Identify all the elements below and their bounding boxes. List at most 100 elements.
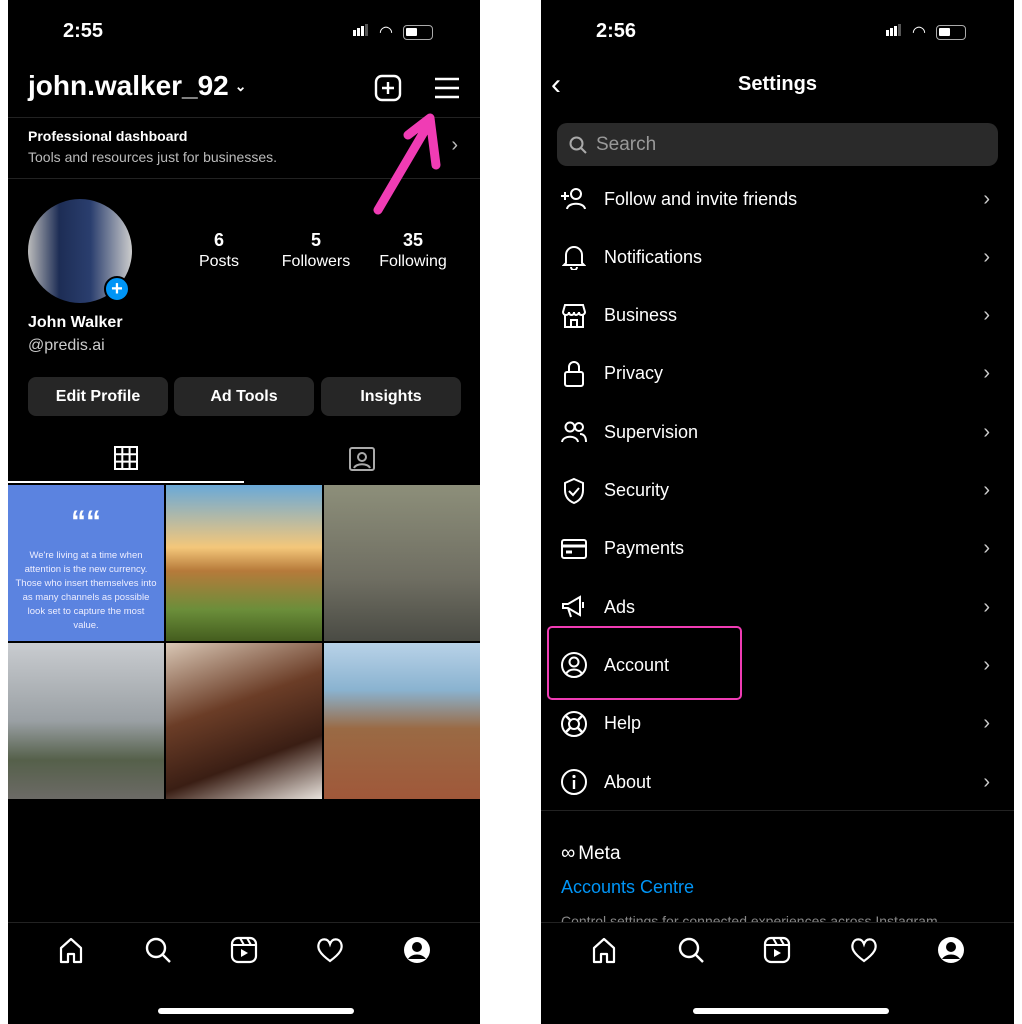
settings-item-privacy[interactable]: Privacy › xyxy=(541,345,1014,403)
chevron-right-icon: › xyxy=(983,420,990,443)
search-icon xyxy=(569,136,587,154)
handle: @predis.ai xyxy=(28,337,105,354)
chevron-right-icon: › xyxy=(451,134,458,156)
settings-item-label: Ads xyxy=(604,596,636,617)
settings-item-security[interactable]: Security › xyxy=(541,462,1014,520)
search-input[interactable]: Search xyxy=(557,123,998,166)
active-tab-indicator xyxy=(8,481,244,483)
page-title: Settings xyxy=(738,73,817,95)
meta-logo: ∞ Meta xyxy=(561,842,621,864)
heart-icon[interactable] xyxy=(315,935,345,965)
ad-tools-button[interactable]: Ad Tools xyxy=(174,377,314,416)
post-motorcycle[interactable] xyxy=(8,643,164,799)
credit-card-icon xyxy=(559,534,589,564)
supervision-icon xyxy=(559,417,589,447)
lifebuoy-icon xyxy=(559,709,589,739)
stat-posts[interactable]: 6 Posts xyxy=(169,230,269,271)
home-indicator xyxy=(158,1008,354,1014)
settings-item-about[interactable]: About › xyxy=(541,753,1014,811)
store-icon xyxy=(559,301,589,331)
plus-square-icon[interactable] xyxy=(374,74,402,102)
chevron-down-icon: ⌄ xyxy=(234,77,247,94)
insights-button[interactable]: Insights xyxy=(321,377,461,416)
edit-profile-button[interactable]: Edit Profile xyxy=(28,377,168,416)
post-quote[interactable]: ““ We're living at a time when attention… xyxy=(8,485,164,641)
account-highlight xyxy=(547,626,742,700)
battery-icon xyxy=(402,24,433,40)
chevron-right-icon: › xyxy=(983,362,990,385)
wifi-icon: ◠ xyxy=(912,24,926,41)
post-cake[interactable] xyxy=(166,643,322,799)
add-person-icon xyxy=(559,184,589,214)
bottom-nav xyxy=(541,935,1014,965)
signal-icon xyxy=(353,23,369,41)
account-switcher[interactable]: john.walker_92 ⌄ xyxy=(28,70,247,102)
battery-icon xyxy=(935,24,966,40)
search-icon[interactable] xyxy=(143,935,173,965)
profile-icon[interactable] xyxy=(402,935,432,965)
reels-icon[interactable] xyxy=(762,935,792,965)
search-icon[interactable] xyxy=(676,935,706,965)
status-time: 2:56 xyxy=(596,20,637,42)
chevron-right-icon: › xyxy=(983,653,990,676)
heart-icon[interactable] xyxy=(849,935,879,965)
settings-item-help[interactable]: Help › xyxy=(541,695,1014,753)
settings-item-label: Help xyxy=(604,713,642,734)
megaphone-icon xyxy=(559,592,589,622)
settings-item-label: Security xyxy=(604,480,670,500)
accounts-centre-link[interactable]: Accounts Centre xyxy=(561,877,694,898)
tagged-tab-icon[interactable] xyxy=(348,444,376,472)
home-indicator xyxy=(693,1008,889,1014)
settings-item-follow-and-invite-friends[interactable]: Follow and invite friends › xyxy=(541,170,1014,228)
settings-item-label: About xyxy=(604,771,652,792)
settings-item-notifications[interactable]: Notifications › xyxy=(541,228,1014,286)
settings-item-label: Supervision xyxy=(604,421,699,442)
info-icon xyxy=(559,767,589,797)
bottom-nav xyxy=(8,935,480,965)
chevron-right-icon: › xyxy=(983,304,990,327)
chevron-right-icon: › xyxy=(983,712,990,735)
status-icons: ◠ xyxy=(886,22,966,42)
chevron-right-icon: › xyxy=(983,537,990,560)
dashboard-title: Professional dashboard xyxy=(28,128,188,144)
settings-item-supervision[interactable]: Supervision › xyxy=(541,403,1014,461)
shield-icon xyxy=(559,476,589,506)
profile-icon[interactable] xyxy=(936,935,966,965)
search-placeholder: Search xyxy=(596,133,657,155)
chevron-right-icon: › xyxy=(983,187,990,210)
post-sunset[interactable] xyxy=(166,485,322,641)
bell-icon xyxy=(559,242,589,272)
grid-tab-icon[interactable] xyxy=(113,445,139,471)
menu-icon[interactable] xyxy=(434,77,460,99)
home-icon[interactable] xyxy=(589,935,619,965)
add-story-icon[interactable]: + xyxy=(104,276,130,302)
username: john.walker_92 xyxy=(28,70,229,101)
dashboard-subtitle: Tools and resources just for businesses. xyxy=(28,149,278,165)
chevron-right-icon: › xyxy=(983,479,990,501)
settings-item-label: Business xyxy=(604,305,678,326)
settings-screen: 2:56 ◠ ‹ Settings Search Follow and invi… xyxy=(541,0,1014,1024)
reels-icon[interactable] xyxy=(229,935,259,965)
settings-item-business[interactable]: Business › xyxy=(541,287,1014,345)
signal-icon xyxy=(886,23,902,41)
status-time: 2:55 xyxy=(63,20,104,42)
post-dog[interactable] xyxy=(324,643,480,799)
settings-item-label: Notifications xyxy=(604,246,703,267)
annotation-arrow xyxy=(373,113,441,215)
stat-following[interactable]: 35 Following xyxy=(363,230,463,271)
settings-item-payments[interactable]: Payments › xyxy=(541,520,1014,578)
chevron-right-icon: › xyxy=(983,245,990,268)
status-icons: ◠ xyxy=(353,22,433,42)
stat-followers[interactable]: 5 Followers xyxy=(266,230,366,271)
chevron-right-icon: › xyxy=(983,595,990,618)
wifi-icon: ◠ xyxy=(379,24,393,41)
settings-item-label: Privacy xyxy=(604,363,664,384)
profile-screen: 2:55 ◠ john.walker_92 ⌄ Professional das… xyxy=(8,0,480,1024)
lock-icon xyxy=(559,359,589,389)
display-name: John Walker xyxy=(28,314,123,331)
settings-item-label: Follow and invite friends xyxy=(604,188,798,209)
home-icon[interactable] xyxy=(56,935,86,965)
chevron-right-icon: › xyxy=(983,770,990,793)
settings-item-label: Payments xyxy=(604,538,685,559)
post-shadow[interactable] xyxy=(324,485,480,641)
